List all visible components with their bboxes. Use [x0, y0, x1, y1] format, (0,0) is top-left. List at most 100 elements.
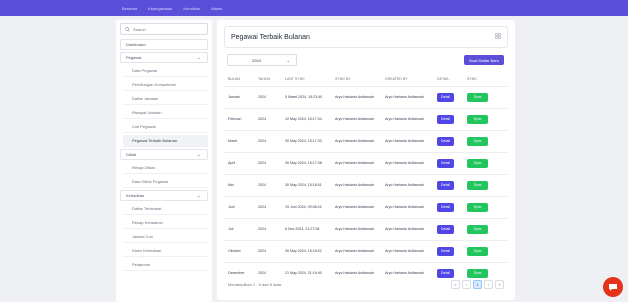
detail-button[interactable]: Detail	[437, 180, 454, 190]
cell-sync: Sync	[463, 217, 508, 240]
cell-bulan: Juni	[224, 195, 254, 218]
cell-bulan: Oktober	[224, 239, 254, 262]
cell-tahun: 2024	[254, 107, 281, 130]
sidebar-group[interactable]: Diklat ⌄	[120, 149, 208, 160]
detail-button[interactable]: Detail	[437, 202, 454, 212]
sidebar-group-label: Diklat	[126, 152, 137, 157]
search-icon	[125, 26, 130, 32]
sidebar-item[interactable]: Rekap Diklat	[123, 162, 208, 174]
cell-created-by: Aryo Harianto Ardiansah	[381, 217, 433, 240]
sync-button[interactable]: Sync	[467, 158, 488, 168]
page-1-button[interactable]: 1	[473, 279, 482, 289]
table-row: Juli 2024 6 Nov 2024, 21:27:08 Aryo Hariant…	[224, 217, 508, 240]
topnav-item[interactable]: Absen	[211, 6, 222, 11]
chat-icon	[609, 284, 617, 291]
cell-detail: Detail	[433, 239, 463, 262]
column-header: SYNC	[467, 76, 477, 81]
detail-button[interactable]: Detail	[437, 224, 454, 234]
sidebar-item[interactable]: Rekap Kehadiran	[123, 217, 208, 229]
sidebar-group-label: Kehadiran	[126, 193, 145, 198]
cell-sync-by: Aryo Harianto Ardiansah	[331, 239, 381, 262]
last-page-button[interactable]: »	[495, 279, 504, 289]
cell-sync: Sync	[463, 195, 508, 218]
cell-detail: Detail	[433, 85, 463, 108]
cell-created-by: Aryo Harianto Ardiansah	[381, 173, 433, 196]
cell-created-by: Aryo Harianto Ardiansah	[381, 107, 433, 130]
sidebar-nav: Dashboard Pegawai ⌄ Data Pegawai Perhitungan…	[120, 39, 208, 271]
cell-tahun: 2024	[254, 173, 281, 196]
table-footer: Menampilkan 1 - 9 dari 9 data «‹ 1 ›»	[224, 276, 508, 292]
cell-sync: Sync	[463, 85, 508, 108]
sidebar-group-label: Pegawai	[126, 55, 142, 60]
cell-bulan: April	[224, 151, 254, 174]
cell-detail: Detail	[433, 195, 463, 218]
sync-button[interactable]: Sync	[467, 202, 488, 212]
column-header: TAHUN	[258, 76, 271, 81]
cell-last-sync: 30 May 2024, 15:17:08	[281, 151, 331, 174]
cell-last-sync: 30 May 2024, 15:18:02	[281, 239, 331, 262]
topnav-item[interactable]: Kenaikan	[183, 6, 200, 11]
sidebar-search[interactable]	[120, 23, 208, 35]
sync-button[interactable]: Sync	[467, 114, 488, 124]
sidebar-item[interactable]: Pegawai Terbaik Bulanan	[123, 135, 208, 147]
sync-button[interactable]: Sync	[467, 180, 488, 190]
prev-page-button[interactable]: ‹	[462, 279, 471, 289]
sync-button[interactable]: Sync	[467, 92, 488, 102]
cell-tahun: 2024	[254, 129, 281, 152]
detail-button[interactable]: Detail	[437, 158, 454, 168]
first-page-button[interactable]: «	[451, 279, 460, 289]
detail-button[interactable]: Detail	[437, 114, 454, 124]
column-header: BULAN	[228, 76, 240, 81]
detail-button[interactable]: Detail	[437, 136, 454, 146]
sidebar-item[interactable]: Perhitungan Kompetensi	[123, 79, 208, 91]
sidebar-item[interactable]: Data Pegawai	[123, 65, 208, 77]
table-row: Mei 2024 30 May 2024, 15:18:01 Aryo Hariant…	[224, 173, 508, 196]
filter-row: 2024 ⌄ Buat Daftar Baru	[224, 51, 508, 69]
sidebar-item[interactable]: Daftar Jabatan	[123, 93, 208, 105]
chat-button[interactable]	[603, 277, 623, 297]
sidebar-item[interactable]: Dashboard	[120, 39, 208, 50]
sidebar-item[interactable]: Pelaporan	[123, 259, 208, 271]
cell-detail: Detail	[433, 129, 463, 152]
cell-tahun: 2024	[254, 239, 281, 262]
cell-last-sync: 30 May 2024, 15:18:01	[281, 173, 331, 196]
topnav-item[interactable]: Kepegawaian	[148, 6, 172, 11]
table-row: Maret 2024 30 May 2024, 15:17:00 Aryo Haria…	[224, 129, 508, 152]
sidebar-item[interactable]: Jadwal Cuti	[123, 231, 208, 243]
page-title: Pegawai Terbaik Bulanan	[231, 33, 310, 41]
add-list-button[interactable]: Buat Daftar Baru	[464, 55, 504, 65]
column-header: LAST SYNC	[285, 76, 305, 81]
sidebar-group[interactable]: Pegawai ⌄	[120, 52, 208, 63]
table-row: April 2024 30 May 2024, 15:17:08 Aryo Haria…	[224, 151, 508, 174]
table-row: Januari 2024 5 Maret 2024, 15:23:40 Aryo Ha…	[224, 85, 508, 108]
cell-bulan: Maret	[224, 129, 254, 152]
grid-icon[interactable]	[495, 33, 501, 41]
sync-button[interactable]: Sync	[467, 246, 488, 256]
sidebar-item[interactable]: Cuti Pegawai	[123, 121, 208, 133]
search-input[interactable]	[133, 25, 203, 33]
sidebar-item[interactable]: Klaim Kehadiran	[123, 245, 208, 257]
sync-button[interactable]: Sync	[467, 224, 488, 234]
sidebar-item[interactable]: Daftar Terlambat	[123, 203, 208, 215]
main-card: Pegawai Terbaik Bulanan 2024 ⌄ Buat Daft…	[217, 20, 515, 300]
cell-tahun: 2024	[254, 151, 281, 174]
data-table: BULAN TAHUN LAST SYNC SYNC BY CREATED BY DETA…	[224, 72, 508, 284]
year-select[interactable]: 2024 ⌄	[227, 54, 297, 66]
sidebar-item[interactable]: Data Diklat Pegawai	[123, 176, 208, 188]
cell-detail: Detail	[433, 107, 463, 130]
next-page-button[interactable]: ›	[484, 279, 493, 289]
detail-button[interactable]: Detail	[437, 92, 454, 102]
cell-sync-by: Aryo Harianto Ardiansah	[331, 107, 381, 130]
cell-last-sync: 5 Maret 2024, 15:23:40	[281, 85, 331, 108]
cell-last-sync: 10 May 2024, 15:17:04	[281, 107, 331, 130]
cell-last-sync: 6 Nov 2024, 21:27:08	[281, 217, 331, 240]
cell-created-by: Aryo Harianto Ardiansah	[381, 129, 433, 152]
sidebar-group[interactable]: Kehadiran ⌄	[120, 190, 208, 201]
cell-last-sync: 19 Juni 2024, 09:08:24	[281, 195, 331, 218]
detail-button[interactable]: Detail	[437, 246, 454, 256]
sync-button[interactable]: Sync	[467, 136, 488, 146]
cell-detail: Detail	[433, 151, 463, 174]
top-navbar: Beranda Kepegawaian Kenaikan Absen	[0, 0, 628, 16]
topnav-item[interactable]: Beranda	[122, 6, 137, 11]
sidebar-item[interactable]: Riwayat Jabatan	[123, 107, 208, 119]
